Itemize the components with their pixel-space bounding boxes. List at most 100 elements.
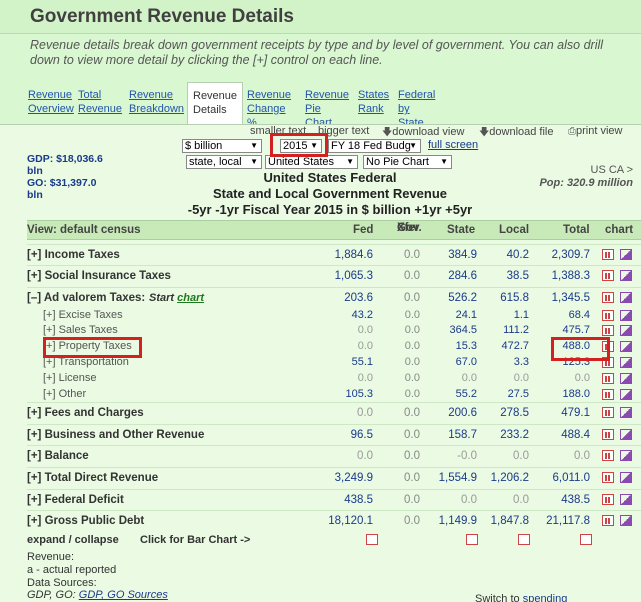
actual-note: a - actual reported (27, 564, 117, 576)
area-chart-icon[interactable] (620, 494, 632, 505)
bar-chart-icon[interactable] (466, 534, 478, 545)
tab-total-revenue[interactable]: Total Revenue (78, 88, 122, 116)
cell-total: 475.7 (562, 324, 590, 336)
pie-chart-select[interactable]: No Pie Chart ▼ (363, 155, 452, 169)
budget-select[interactable]: FY 18 Fed Budg ▼ (328, 139, 421, 153)
cell-state: 15.3 (455, 340, 477, 352)
area-chart-icon[interactable] (620, 325, 632, 336)
area-chart-icon[interactable] (620, 249, 632, 260)
row-label[interactable]: [+] Other (43, 388, 86, 400)
area-chart-icon[interactable] (620, 429, 632, 440)
cell-gov: 0.0 (404, 472, 420, 484)
row-label[interactable]: [+] Federal Deficit (27, 494, 124, 506)
spending-link[interactable]: spending (523, 593, 568, 602)
area-chart-icon[interactable] (620, 472, 632, 483)
download-icon: 🡇 (479, 127, 490, 138)
geo-select[interactable]: United States ▼ (265, 155, 358, 169)
gdp-go-sources-link[interactable]: GDP, GO Sources (79, 589, 168, 601)
cell-state: 55.2 (455, 388, 477, 400)
cell-state: 526.2 (448, 292, 477, 304)
area-chart-icon[interactable] (620, 270, 632, 281)
cell-state: 384.9 (448, 249, 477, 261)
bar-chart-icon[interactable] (602, 325, 614, 336)
tab-revenue-breakdown[interactable]: Revenue Breakdown (129, 88, 184, 116)
table-row: [+] License 0.0 0.0 0.0 0.0 0.0 (27, 371, 641, 387)
cell-local: 233.2 (500, 429, 529, 441)
bar-chart-icon[interactable] (602, 429, 614, 440)
area-chart-icon[interactable] (620, 292, 632, 303)
cell-gov: 0.0 (404, 292, 420, 304)
area-chart-icon[interactable] (620, 450, 632, 461)
expand-collapse-link[interactable]: expand / collapse (27, 534, 119, 546)
tab-revenue-overview[interactable]: Revenue Overview (28, 88, 74, 116)
area-chart-icon[interactable] (620, 357, 632, 368)
row-divider (27, 402, 641, 403)
bar-chart-icon[interactable] (366, 534, 378, 545)
cell-local: 0.0 (513, 494, 529, 506)
bar-chart-icon[interactable] (602, 373, 614, 384)
row-label[interactable]: [–] Ad valorem Taxes: (27, 292, 145, 304)
chart-icons (602, 325, 640, 337)
bar-chart-icon[interactable] (602, 292, 614, 303)
sources-label: Data Sources: (27, 577, 97, 589)
download-file-link[interactable]: 🡇download file (479, 125, 554, 142)
bar-chart-icon[interactable] (602, 472, 614, 483)
gdp-go-info: GDP: $18,036.6 bln GO: $31,397.0 bln (27, 153, 103, 201)
area-chart-icon[interactable] (620, 389, 632, 400)
cell-total: 2,309.7 (551, 249, 590, 261)
area-chart-icon[interactable] (620, 341, 632, 352)
bar-chart-icon[interactable] (602, 389, 614, 400)
print-view-link[interactable]: ⎙print view (568, 125, 622, 137)
area-chart-icon[interactable] (620, 373, 632, 384)
cell-gov: 0.0 (404, 249, 420, 261)
bar-chart-icon[interactable] (602, 407, 614, 418)
bar-chart-icon[interactable] (518, 534, 530, 545)
unit-select[interactable]: $ billion ▼ (182, 139, 262, 153)
chart-icons (602, 373, 640, 385)
row-label[interactable]: [+] License (43, 372, 97, 384)
row-label[interactable]: [+] Social Insurance Taxes (27, 270, 171, 282)
area-chart-icon[interactable] (620, 407, 632, 418)
bar-chart-link[interactable]: Click for Bar Chart -> (140, 534, 250, 546)
cell-gov: 0.0 (404, 372, 420, 384)
chart-icons (602, 270, 640, 282)
switch-to-spending: Switch to spending (475, 593, 567, 602)
cell-state: 284.6 (448, 270, 477, 282)
chart-icons (602, 450, 640, 462)
cell-total: 68.4 (568, 309, 590, 321)
row-label[interactable]: [+] Total Direct Revenue (27, 472, 158, 484)
row-label[interactable]: [+] Business and Other Revenue (27, 429, 204, 441)
bar-chart-icon[interactable] (602, 270, 614, 281)
cell-local: 1.1 (513, 309, 529, 321)
row-label[interactable]: [+] Excise Taxes (43, 309, 123, 321)
row-label[interactable]: [+] Gross Public Debt (27, 515, 144, 527)
area-chart-icon[interactable] (620, 515, 632, 526)
highlight-property-taxes (43, 337, 142, 358)
cell-gov: 0.0 (404, 515, 420, 527)
row-divider (27, 489, 641, 490)
cell-total: 0.0 (574, 450, 590, 462)
row-label[interactable]: [+] Sales Taxes (43, 324, 118, 336)
table-row: [+] Federal Deficit 438.5 0.0 0.0 0.0 438.5 (27, 491, 641, 512)
cell-gov: 0.0 (404, 270, 420, 282)
bar-chart-icon[interactable] (602, 494, 614, 505)
area-chart-icon[interactable] (620, 310, 632, 321)
row-divider (27, 244, 641, 245)
cell-state: 1,149.9 (438, 515, 477, 527)
cell-gov: 0.0 (404, 340, 420, 352)
bar-chart-icon[interactable] (580, 534, 592, 545)
start-chart-link[interactable]: chart (177, 292, 204, 304)
bar-chart-icon[interactable] (602, 249, 614, 260)
tab-states-rank[interactable]: States Rank (358, 88, 389, 116)
bar-chart-icon[interactable] (602, 310, 614, 321)
row-label[interactable]: [+] Income Taxes (27, 249, 120, 261)
table-row: [+] Balance 0.0 0.0 -0.0 0.0 0.0 (27, 447, 641, 468)
level-select[interactable]: state, local ▼ (186, 155, 262, 169)
tab-revenue-details[interactable]: Revenue Details (187, 82, 244, 126)
bar-chart-icon[interactable] (602, 450, 614, 461)
full-screen-link[interactable]: full screen (428, 139, 478, 151)
view-label: View: default census (27, 224, 141, 236)
row-label[interactable]: [+] Fees and Charges (27, 407, 144, 419)
bar-chart-icon[interactable] (602, 515, 614, 526)
row-label[interactable]: [+] Balance (27, 450, 89, 462)
